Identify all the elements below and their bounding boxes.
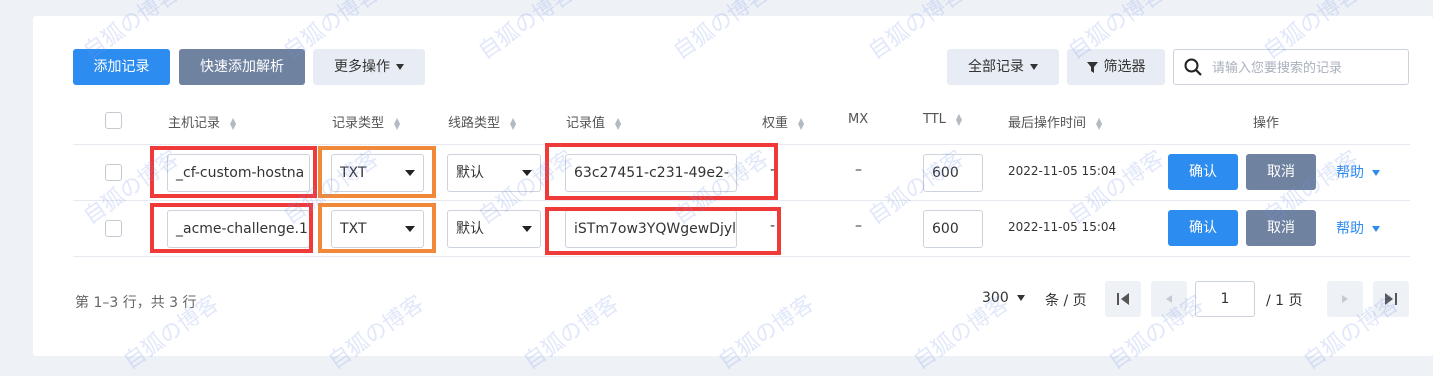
chevron-down-icon [522, 226, 532, 232]
ttl-input[interactable]: 600 [923, 154, 983, 192]
chevron-down-icon [1372, 226, 1380, 232]
header-host[interactable]: 主机记录 ▲ ▼ [168, 112, 236, 131]
chevron-down-icon [396, 64, 404, 70]
cancel-button[interactable]: 取消 [1246, 210, 1316, 246]
help-dropdown[interactable]: 帮助 [1336, 162, 1380, 182]
chevron-down-icon [522, 170, 532, 176]
last-modified-time: 2022-11-05 15:04 [1008, 164, 1117, 178]
highlight-box-value-2 [545, 207, 781, 255]
header-value[interactable]: 记录值 ▲ ▼ [566, 112, 621, 131]
next-page-icon [1342, 295, 1348, 303]
all-records-label: 全部记录 [968, 59, 1024, 75]
header-type[interactable]: 记录类型 ▲ ▼ [332, 112, 400, 131]
filter-icon [1086, 61, 1098, 73]
highlight-box-host-1 [150, 146, 317, 198]
header-ttl[interactable]: TTL ▲ ▼ [923, 112, 962, 127]
more-operations-label: 更多操作 [334, 59, 390, 75]
total-pages-label: / 1 页 [1266, 293, 1303, 309]
last-modified-time: 2022-11-05 15:04 [1008, 220, 1117, 234]
sort-icon: ▲ ▼ [230, 115, 237, 131]
prev-page-button[interactable] [1151, 281, 1187, 317]
last-page-icon [1385, 293, 1397, 305]
row-divider [73, 256, 1410, 257]
row-checkbox[interactable] [105, 220, 122, 237]
per-page-label: 条 / 页 [1045, 293, 1087, 309]
ttl-input[interactable]: 600 [923, 210, 983, 248]
sort-icon: ▲ ▼ [510, 115, 517, 131]
header-host-label: 主机记录 [168, 116, 221, 131]
line-value: 默认 [456, 165, 484, 181]
highlight-box-type-2 [318, 203, 436, 253]
header-line-label: 线路类型 [448, 116, 501, 131]
page-number-input[interactable]: 1 [1195, 281, 1255, 317]
sort-icon: ▲ ▼ [955, 111, 963, 127]
sort-icon: ▲ ▼ [394, 115, 401, 131]
page-size-value: 300 [982, 290, 1009, 306]
sort-icon: ▲ ▼ [615, 115, 622, 131]
help-label: 帮助 [1336, 165, 1364, 181]
first-page-button[interactable] [1105, 281, 1141, 317]
mx-value: – [855, 162, 862, 178]
header-time[interactable]: 最后操作时间 ▲ ▼ [1008, 112, 1102, 131]
chevron-down-icon [1030, 64, 1038, 70]
add-record-button[interactable]: 添加记录 [73, 49, 170, 85]
filter-button[interactable]: 筛选器 [1067, 49, 1165, 85]
header-value-label: 记录值 [566, 116, 606, 131]
header-weight-label: 权重 [762, 116, 789, 131]
header-ttl-label: TTL [923, 112, 946, 127]
line-value: 默认 [456, 221, 484, 237]
confirm-button[interactable]: 确认 [1168, 210, 1238, 246]
help-label: 帮助 [1336, 221, 1364, 237]
header-type-label: 记录类型 [332, 116, 385, 131]
filter-label: 筛选器 [1103, 59, 1146, 75]
highlight-box-value-1 [545, 143, 778, 200]
search-box[interactable] [1173, 49, 1409, 85]
header-weight[interactable]: 权重 ▲ ▼ [762, 112, 804, 131]
chevron-down-icon [1372, 170, 1380, 176]
confirm-button[interactable]: 确认 [1168, 154, 1238, 190]
sort-icon: ▲ ▼ [798, 115, 805, 131]
select-all-checkbox[interactable] [105, 112, 122, 129]
last-page-button[interactable] [1373, 281, 1409, 317]
mx-value: – [855, 218, 862, 234]
first-page-icon [1117, 293, 1129, 305]
search-input[interactable] [1210, 56, 1404, 80]
header-mx: MX [848, 112, 869, 127]
all-records-dropdown[interactable]: 全部记录 [947, 49, 1059, 85]
header-time-label: 最后操作时间 [1008, 116, 1087, 131]
help-dropdown[interactable]: 帮助 [1336, 218, 1380, 238]
row-count-summary: 第 1–3 行，共 3 行 [75, 295, 197, 311]
prev-page-icon [1166, 295, 1172, 303]
highlight-box-host-2 [150, 203, 313, 253]
cancel-button[interactable]: 取消 [1246, 154, 1316, 190]
search-icon [1184, 58, 1202, 76]
row-divider [73, 200, 1410, 201]
sort-icon: ▲ ▼ [1096, 115, 1103, 131]
chevron-down-icon [1016, 295, 1025, 301]
quick-add-button[interactable]: 快速添加解析 [179, 49, 305, 85]
highlight-box-type-1 [318, 146, 436, 198]
header-line[interactable]: 线路类型 ▲ ▼ [448, 112, 516, 131]
row-checkbox[interactable] [105, 164, 122, 181]
page-size-select[interactable]: 300 [982, 290, 1025, 306]
more-operations-button[interactable]: 更多操作 [313, 49, 425, 85]
header-operations: 操作 [1253, 116, 1280, 131]
next-page-button[interactable] [1327, 281, 1363, 317]
